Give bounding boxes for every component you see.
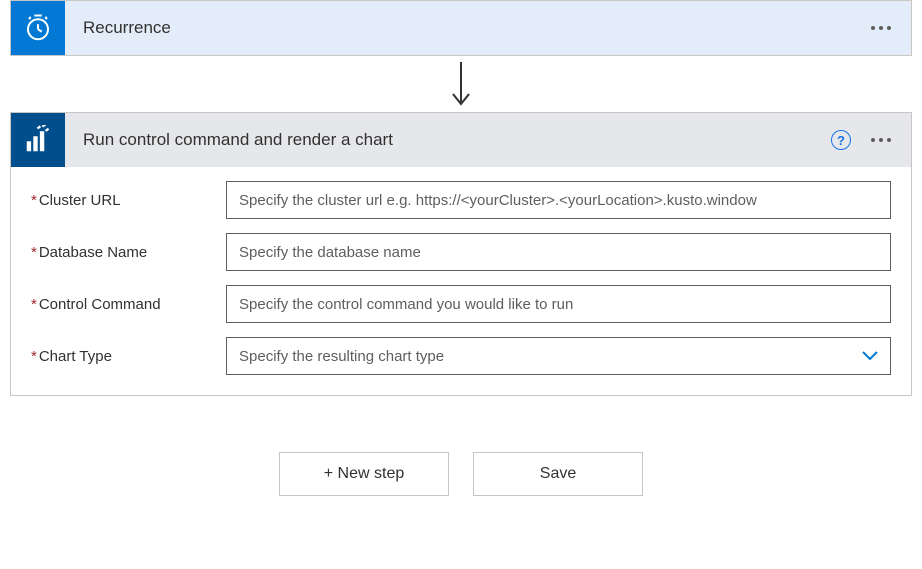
- recurrence-card: Recurrence: [10, 0, 912, 56]
- database-name-label: *Database Name: [31, 244, 226, 261]
- schedule-icon: [11, 1, 65, 55]
- flow-arrow-icon: [0, 56, 922, 112]
- database-name-input[interactable]: [226, 233, 891, 271]
- chart-type-select[interactable]: [226, 337, 891, 375]
- field-control-command: *Control Command: [31, 285, 891, 323]
- recurrence-more-button[interactable]: [869, 18, 893, 38]
- control-command-input[interactable]: [226, 285, 891, 323]
- cluster-url-label: *Cluster URL: [31, 192, 226, 209]
- field-chart-type: *Chart Type: [31, 337, 891, 375]
- help-icon[interactable]: ?: [831, 130, 851, 150]
- control-command-label: *Control Command: [31, 296, 226, 313]
- new-step-button[interactable]: + New step: [279, 452, 449, 496]
- field-cluster-url: *Cluster URL: [31, 181, 891, 219]
- action-more-button[interactable]: [869, 130, 893, 150]
- save-button[interactable]: Save: [473, 452, 643, 496]
- recurrence-title: Recurrence: [65, 18, 869, 38]
- action-card: Run control command and render a chart ?…: [10, 112, 912, 396]
- recurrence-header[interactable]: Recurrence: [11, 1, 911, 55]
- cluster-url-input[interactable]: [226, 181, 891, 219]
- action-title: Run control command and render a chart: [65, 130, 831, 150]
- action-header[interactable]: Run control command and render a chart ?: [11, 113, 911, 167]
- data-explorer-icon: [11, 113, 65, 167]
- chart-type-label: *Chart Type: [31, 348, 226, 365]
- action-body: *Cluster URL *Database Name *Control Com…: [11, 167, 911, 395]
- bottom-actions: + New step Save: [0, 452, 922, 496]
- field-database-name: *Database Name: [31, 233, 891, 271]
